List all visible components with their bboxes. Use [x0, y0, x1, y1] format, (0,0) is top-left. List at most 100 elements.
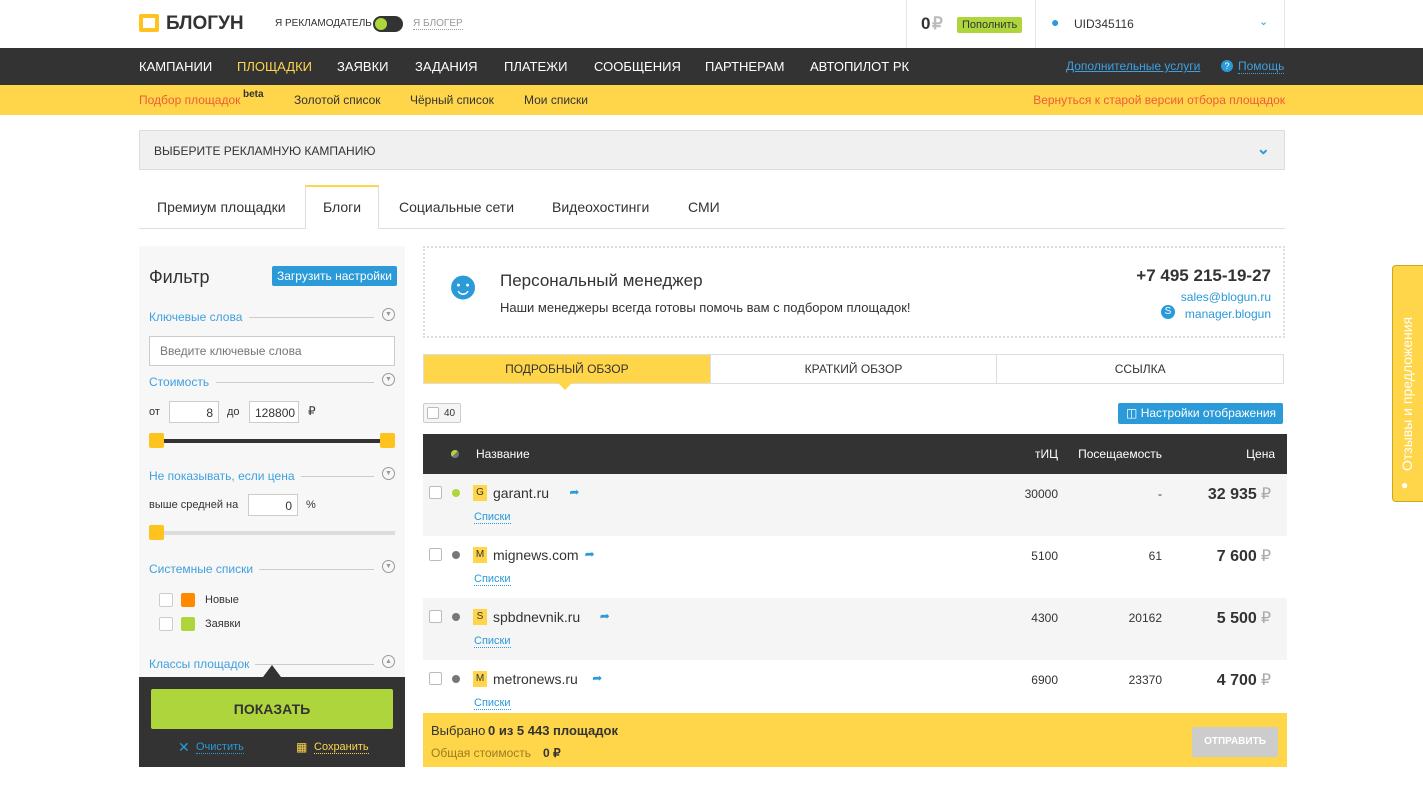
manager-title: Персональный менеджер [500, 271, 703, 290]
role-toggle[interactable] [373, 16, 403, 32]
extra-services-link[interactable]: Дополнительные услуги [1066, 59, 1200, 73]
help-link[interactable]: Помощь [1238, 59, 1285, 74]
site-name[interactable]: garant.ru [493, 485, 549, 501]
row-checkbox[interactable] [429, 610, 442, 623]
slider-handle-min[interactable] [149, 433, 164, 448]
nav-messages[interactable]: СООБЩЕНИЯ [594, 59, 681, 74]
nav-tasks[interactable]: ЗАДАНИЯ [415, 59, 478, 74]
external-link-icon[interactable]: ➦ [592, 671, 602, 685]
manager-phone: +7 495 215-19-27 [1136, 266, 1271, 285]
tab-link[interactable]: ССЫЛКА [996, 355, 1283, 383]
lightbulb-icon: ● [1401, 478, 1409, 492]
tab-media[interactable]: СМИ [688, 199, 720, 215]
collapse-icon[interactable]: ▼ [382, 560, 395, 573]
manager-skype[interactable]: manager.blogun [1185, 307, 1271, 321]
requests-color-swatch [181, 617, 195, 631]
keywords-section[interactable]: Ключевые слова [149, 310, 242, 324]
slider-handle-max[interactable] [380, 433, 395, 448]
system-lists-section[interactable]: Системные списки [149, 562, 253, 576]
logo-icon [139, 14, 159, 32]
role-blogger-link[interactable]: Я БЛОГЕР [413, 18, 463, 30]
nav-payments[interactable]: ПЛАТЕЖИ [504, 59, 568, 74]
expand-icon[interactable]: ▲ [382, 655, 395, 668]
lists-link[interactable]: Списки [474, 697, 511, 710]
load-settings-button[interactable]: Загрузить настройки [272, 266, 397, 286]
subnav-gold[interactable]: Золотой список [294, 93, 381, 107]
above-average-input[interactable]: 0 [248, 494, 298, 516]
display-settings-button[interactable]: ◫ Настройки отображения [1118, 403, 1283, 424]
col-traffic[interactable]: Посещаемость [1078, 447, 1162, 461]
user-id[interactable]: UID345116 [1074, 17, 1134, 31]
nav-partners[interactable]: ПАРТНЕРАМ [705, 59, 784, 74]
tab-detailed[interactable]: ПОДРОБНЫЙ ОБЗОР [424, 355, 710, 383]
above-slider[interactable] [151, 531, 395, 535]
row-checkbox[interactable] [429, 548, 442, 561]
status-dot-icon [452, 613, 460, 621]
user-chevron-down-icon[interactable]: ⌄ [1259, 15, 1268, 28]
external-link-icon[interactable]: ➦ [600, 609, 610, 623]
lists-link[interactable]: Списки [474, 573, 511, 586]
collapse-icon[interactable]: ▼ [382, 373, 395, 386]
layout-icon: ◫ [1126, 406, 1138, 420]
slider-handle[interactable] [149, 525, 164, 540]
tic-value: 5100 [1031, 549, 1058, 563]
topup-button[interactable]: Пополнить [957, 17, 1023, 33]
price-from-input[interactable]: 8 [169, 401, 219, 423]
nav-requests[interactable]: ЗАЯВКИ [337, 59, 389, 74]
logo[interactable]: БЛОГУН [166, 13, 244, 35]
subnav-my[interactable]: Мои списки [524, 93, 588, 107]
new-checkbox[interactable] [159, 593, 173, 607]
tab-social[interactable]: Социальные сети [399, 199, 514, 215]
tab-video[interactable]: Видеохостинги [552, 199, 649, 215]
classes-section[interactable]: Классы площадок [149, 657, 249, 671]
site-name[interactable]: mignews.com [493, 547, 579, 563]
row-checkbox[interactable] [429, 672, 442, 685]
lists-link[interactable]: Списки [474, 511, 511, 524]
save-button[interactable]: Сохранить [314, 741, 369, 754]
nav-autopilot[interactable]: АВТОПИЛОТ РК [810, 59, 909, 74]
clear-button[interactable]: Очистить [196, 741, 244, 754]
table-row: S spbdnevnik.ru ➦ Списки 4300 20162 5 50… [423, 598, 1287, 660]
cost-section[interactable]: Стоимость [149, 375, 209, 389]
price-amount: 4 700 [1216, 672, 1257, 689]
send-button[interactable]: ОТПРАВИТЬ [1192, 727, 1278, 757]
campaign-select[interactable]: ВЫБЕРИТЕ РЕКЛАМНУЮ КАМПАНИЮ ⌄ [139, 130, 1285, 170]
col-tic[interactable]: тИЦ [1035, 447, 1058, 461]
manager-email[interactable]: sales@blogun.ru [1181, 290, 1271, 304]
site-favicon: M [473, 671, 487, 687]
subnav-selection[interactable]: Подбор площадок [139, 93, 240, 107]
per-page-select[interactable]: 40 [423, 403, 461, 423]
save-icon: ▦ [296, 740, 308, 754]
traffic-value: 61 [1148, 549, 1162, 563]
collapse-icon[interactable]: ▼ [382, 308, 395, 321]
row-checkbox[interactable] [429, 486, 442, 499]
tab-premium[interactable]: Премиум площадки [157, 199, 286, 215]
status-dot-icon [452, 675, 460, 683]
keywords-input[interactable] [149, 336, 395, 366]
site-name[interactable]: spbdnevnik.ru [493, 609, 580, 625]
hide-section[interactable]: Не показывать, если цена [149, 469, 295, 483]
site-name[interactable]: metronews.ru [493, 671, 578, 687]
feedback-tab[interactable]: Отзывы и предложения ● [1392, 265, 1423, 502]
filter-panel: Фильтр Загрузить настройки Ключевые слов… [139, 246, 405, 767]
status-dot-icon [452, 489, 460, 497]
nav-campaigns[interactable]: КАМПАНИИ [139, 59, 212, 74]
subnav-black[interactable]: Чёрный список [410, 93, 494, 107]
collapse-icon[interactable]: ▼ [382, 467, 395, 480]
price-amount: 7 600 [1216, 548, 1257, 565]
tab-brief[interactable]: КРАТКИЙ ОБЗОР [709, 355, 997, 383]
balance-currency: ₽ [932, 14, 943, 33]
old-version-link[interactable]: Вернуться к старой версии отбора площадо… [1033, 93, 1285, 107]
campaign-select-label: ВЫБЕРИТЕ РЕКЛАМНУЮ КАМПАНИЮ [154, 144, 376, 158]
external-link-icon[interactable]: ➦ [585, 547, 595, 561]
price-to-input[interactable]: 128800 [249, 401, 299, 423]
show-button[interactable]: ПОКАЗАТЬ [151, 689, 393, 729]
tab-blogs[interactable]: Блоги [323, 199, 361, 215]
requests-checkbox[interactable] [159, 617, 173, 631]
col-name[interactable]: Название [476, 447, 530, 461]
external-link-icon[interactable]: ➦ [569, 485, 579, 499]
price-range-slider[interactable] [151, 439, 393, 443]
col-price[interactable]: Цена [1246, 447, 1275, 461]
lists-link[interactable]: Списки [474, 635, 511, 648]
nav-platforms[interactable]: ПЛОЩАДКИ [237, 59, 312, 74]
